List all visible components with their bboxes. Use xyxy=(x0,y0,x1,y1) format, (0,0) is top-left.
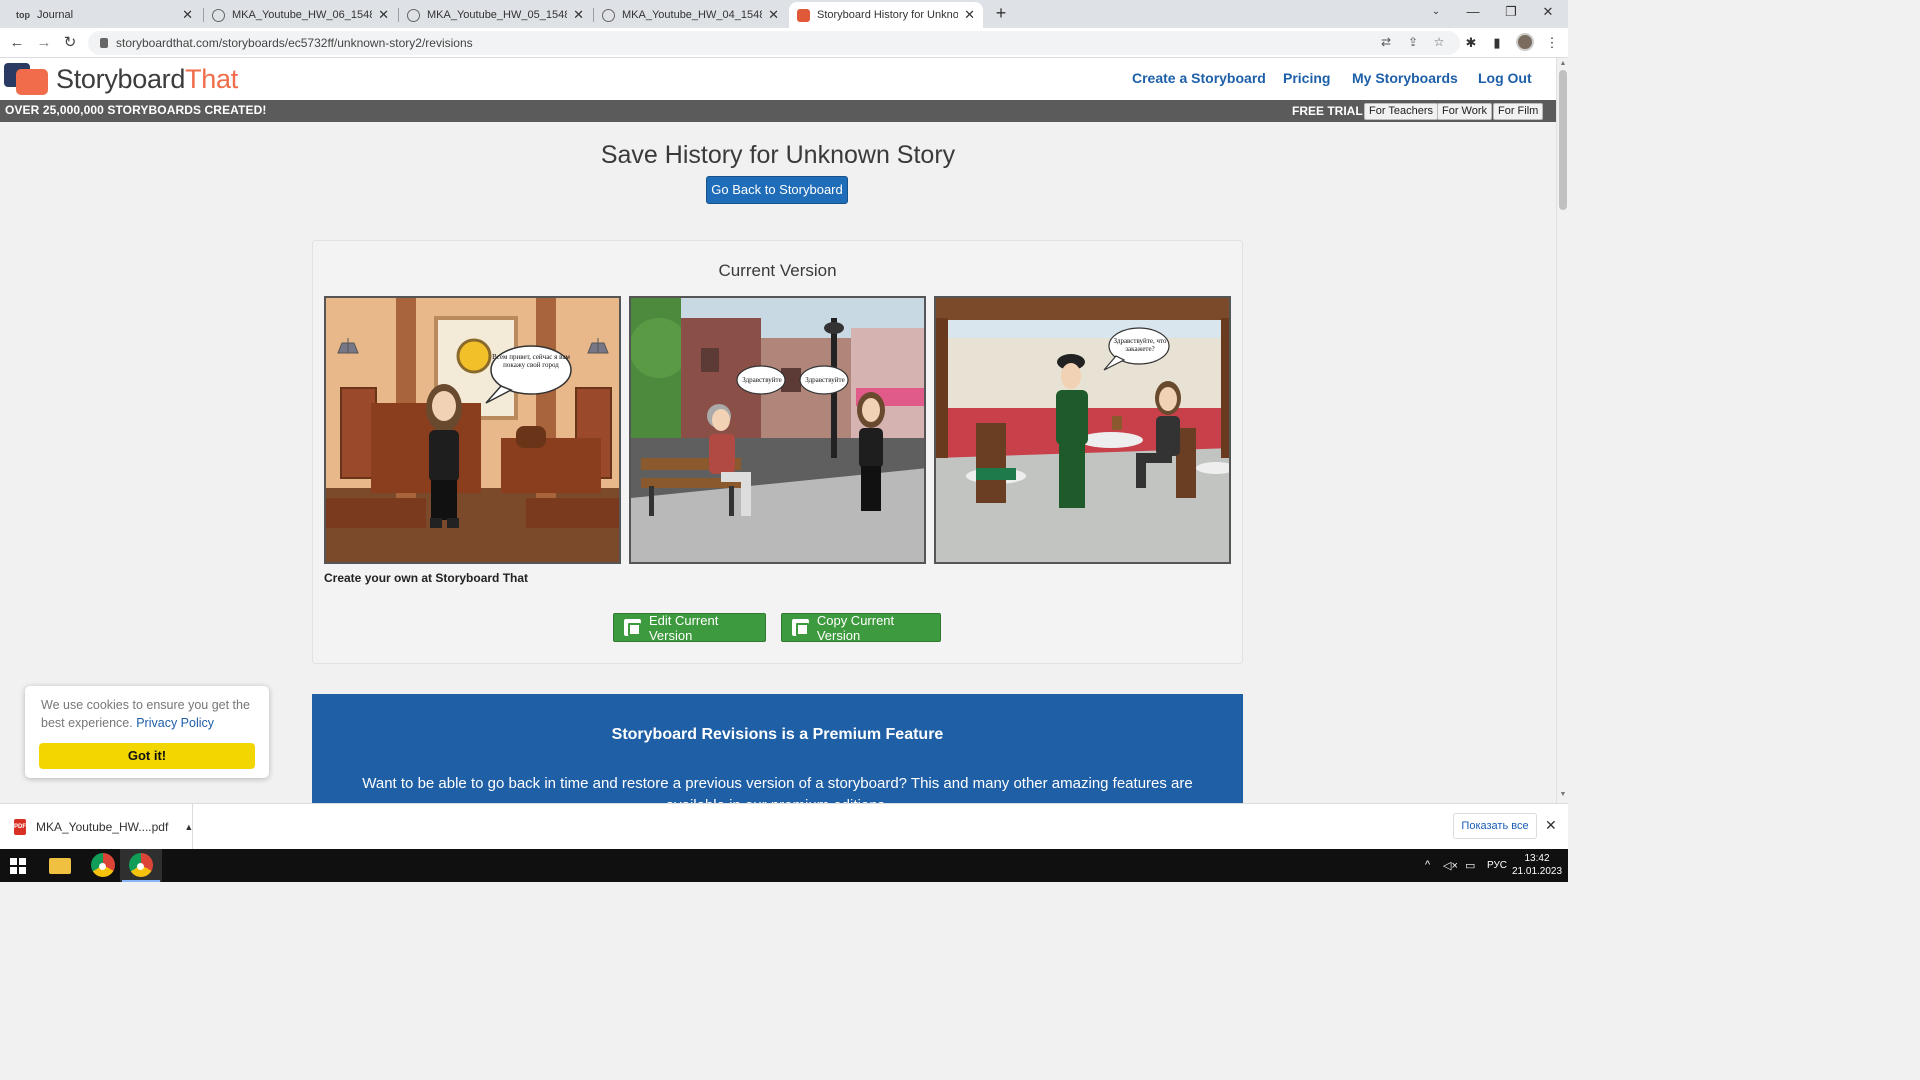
copy-current-version-button[interactable]: Copy Current Version xyxy=(781,613,941,643)
tab-hw05[interactable]: MKA_Youtube_HW_05_15489382 ✕ xyxy=(399,2,592,28)
premium-title: Storyboard Revisions is a Premium Featur… xyxy=(611,726,944,743)
network-icon[interactable]: ▭ xyxy=(1465,859,1475,872)
storyboard-cell-1: Всем привет, сейчас я вам покажу свой го… xyxy=(324,296,621,564)
create-your-own-text[interactable]: Create your own at Storyboard That xyxy=(324,571,528,585)
menu-kebab-icon[interactable]: ⋮ xyxy=(1543,34,1561,52)
logo-speech-bubbles-icon xyxy=(4,61,50,97)
close-icon[interactable]: ✕ xyxy=(768,7,779,23)
nav-pricing[interactable]: Pricing xyxy=(1283,70,1330,86)
close-icon[interactable]: ✕ xyxy=(182,7,193,23)
globe-icon xyxy=(602,8,615,22)
for-film-button[interactable]: For Film xyxy=(1493,103,1544,120)
speech-bubble-text: Здравствуйте, что закажете? xyxy=(1113,337,1167,353)
scroll-down-icon[interactable]: ▼ xyxy=(1557,791,1569,798)
download-bar: PDF MKA_Youtube_HW....pdf ▲ Показать все… xyxy=(0,803,1568,850)
storyboard-cell-3: Здравствуйте, что закажете? xyxy=(934,296,1231,564)
page-title: Save History for Unknown Story xyxy=(600,141,956,169)
restore-button[interactable]: ❐ xyxy=(1500,4,1522,20)
chevron-up-icon[interactable]: ▲ xyxy=(184,822,193,832)
reload-icon[interactable]: ↻ xyxy=(60,33,80,53)
scrollbar-thumb[interactable] xyxy=(1559,70,1567,210)
nav-my-storyboards[interactable]: My Storyboards xyxy=(1352,70,1458,86)
cookie-got-it-button[interactable]: Got it! xyxy=(39,743,255,769)
close-icon[interactable]: ✕ xyxy=(1545,817,1557,834)
cookie-message: We use cookies to ensure you get the bes… xyxy=(41,698,250,730)
chrome-icon[interactable] xyxy=(129,853,153,877)
globe-icon xyxy=(407,8,420,22)
go-back-to-storyboard-button[interactable]: Go Back to Storyboard xyxy=(706,176,848,204)
system-clock[interactable]: 13:42 21.01.2023 xyxy=(1512,852,1562,878)
address-bar[interactable]: storyboardthat.com/storyboards/ec5732ff/… xyxy=(88,31,1460,55)
cookie-consent-popup: We use cookies to ensure you get the bes… xyxy=(25,686,269,778)
windows-taskbar: ^ ◁× ▭ РУС 13:42 21.01.2023 xyxy=(0,849,1568,882)
premium-description: Want to be able to go back in time and r… xyxy=(362,775,1193,803)
nav-log-out[interactable]: Log Out xyxy=(1478,70,1532,86)
input-language[interactable]: РУС xyxy=(1487,860,1507,871)
tab-search-icon[interactable]: ⌄ xyxy=(1425,6,1447,17)
tab-journal[interactable]: top Journal ✕ xyxy=(8,2,201,28)
storyboardthat-logo[interactable]: StoryboardThat xyxy=(4,60,238,98)
scroll-up-icon[interactable]: ▲ xyxy=(1557,60,1569,67)
tab-storyboard-history[interactable]: Storyboard History for Unknown ✕ xyxy=(789,2,983,28)
premium-feature-banner: Storyboard Revisions is a Premium Featur… xyxy=(312,694,1243,803)
browser-tab-bar: top Journal ✕ MKA_Youtube_HW_06_15489382… xyxy=(0,0,1568,28)
active-app-indicator xyxy=(122,880,160,882)
profile-avatar[interactable] xyxy=(1516,33,1534,51)
close-icon[interactable]: ✕ xyxy=(573,7,584,23)
download-item[interactable]: PDF MKA_Youtube_HW....pdf ▲ xyxy=(0,804,193,850)
share-icon[interactable]: ⇪ xyxy=(1405,34,1421,50)
back-icon[interactable]: ← xyxy=(7,33,27,53)
page-scrollbar[interactable]: ▲ ▼ xyxy=(1556,58,1568,803)
extensions-puzzle-icon[interactable]: ✱ xyxy=(1462,34,1480,52)
storyboard-cell-2: Здравствуйте Здравствуйте xyxy=(629,296,926,564)
minimize-button[interactable]: — xyxy=(1462,4,1484,19)
show-all-downloads-button[interactable]: Показать все xyxy=(1453,813,1537,839)
journal-favicon-icon: top xyxy=(16,10,30,20)
translate-icon[interactable]: ⇄ xyxy=(1378,34,1394,50)
for-teachers-button[interactable]: For Teachers xyxy=(1364,103,1438,120)
new-tab-button[interactable]: + xyxy=(990,3,1012,24)
tray-chevron-up-icon[interactable]: ^ xyxy=(1425,859,1430,871)
tab-hw06[interactable]: MKA_Youtube_HW_06_15489382 ✕ xyxy=(204,2,397,28)
chrome-icon[interactable] xyxy=(91,853,115,877)
storyboards-count-text: OVER 25,000,000 STORYBOARDS CREATED! xyxy=(5,103,267,117)
bookmark-star-icon[interactable]: ☆ xyxy=(1431,34,1447,50)
logo-text-main: Storyboard xyxy=(56,63,186,94)
speech-bubble-text: Здравствуйте xyxy=(742,376,782,384)
close-window-button[interactable]: ✕ xyxy=(1537,4,1559,20)
download-filename: MKA_Youtube_HW....pdf xyxy=(36,820,169,834)
clock-date: 21.01.2023 xyxy=(1512,866,1563,877)
forward-icon[interactable]: → xyxy=(34,33,54,53)
version-heading: Current Version xyxy=(718,261,837,280)
tab-hw04[interactable]: MKA_Youtube_HW_04_15489382 ✕ xyxy=(594,2,787,28)
edit-pencil-icon xyxy=(624,619,641,636)
privacy-policy-link[interactable]: Privacy Policy xyxy=(136,716,214,730)
clock-time: 13:42 xyxy=(1524,853,1550,864)
copy-pages-icon xyxy=(792,619,809,636)
url-text: storyboardthat.com/storyboards/ec5732ff/… xyxy=(116,36,473,50)
nav-create-storyboard[interactable]: Create a Storyboard xyxy=(1132,70,1266,86)
site-header: StoryboardThat Create a Storyboard Prici… xyxy=(0,58,1556,100)
speaker-muted-icon[interactable]: ◁× xyxy=(1443,859,1458,872)
lock-icon xyxy=(100,38,108,48)
speech-bubble-text: Здравствуйте xyxy=(805,376,845,384)
current-version-card: Current Version Всем привет, сейчас я ва… xyxy=(312,240,1243,664)
edit-current-version-button[interactable]: Edit Current Version xyxy=(613,613,766,643)
globe-icon xyxy=(212,8,225,22)
side-panel-icon[interactable]: ▮ xyxy=(1488,34,1506,52)
file-explorer-icon[interactable] xyxy=(49,858,71,874)
speech-bubble-text: Всем привет, сейчас я вам покажу свой го… xyxy=(492,353,570,369)
browser-toolbar: ← → ↻ storyboardthat.com/storyboards/ec5… xyxy=(0,28,1568,58)
close-icon[interactable]: ✕ xyxy=(964,7,975,23)
promo-banner: OVER 25,000,000 STORYBOARDS CREATED! FRE… xyxy=(0,100,1556,122)
logo-text-accent: That xyxy=(185,63,238,94)
storyboardthat-favicon-icon xyxy=(797,8,810,22)
for-work-button[interactable]: For Work xyxy=(1437,103,1493,120)
free-trial-label: FREE TRIAL xyxy=(1292,104,1363,118)
close-icon[interactable]: ✕ xyxy=(378,7,389,23)
windows-start-icon[interactable] xyxy=(10,858,26,874)
pdf-file-icon: PDF xyxy=(14,819,26,835)
